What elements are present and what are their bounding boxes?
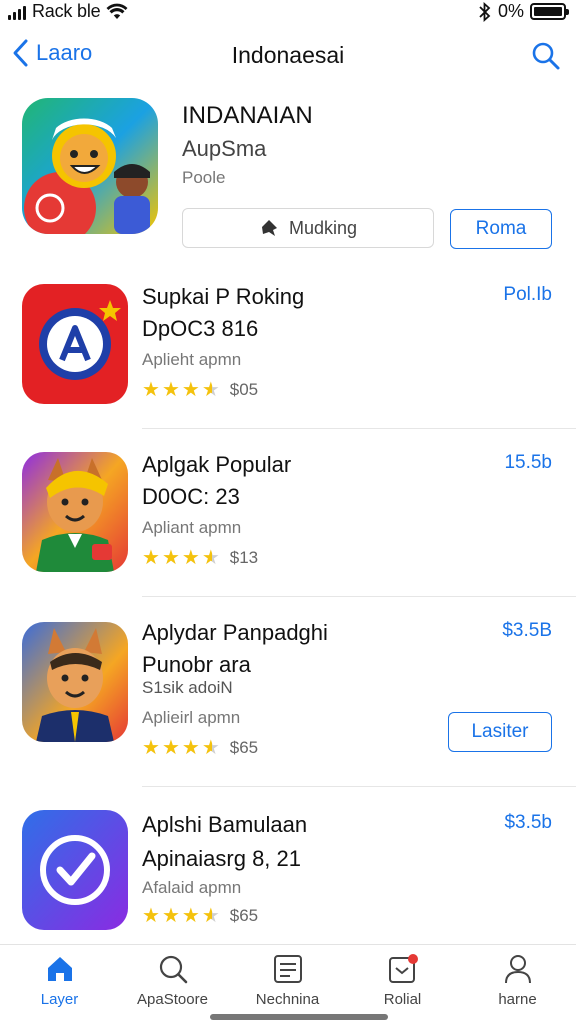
divider [142,428,576,429]
app-row[interactable]: Supkai P Roking DpOC3 816 Aplieht apmn ★… [0,282,576,432]
app-developer: Aplieirl apmn [142,708,241,727]
carrier-label: Rack ble [32,1,101,21]
battery-icon [530,3,569,20]
star-half-icon: ★ [201,379,220,401]
divider [142,596,576,597]
search-icon [159,955,187,984]
tab-label: Rolial [383,991,422,1008]
star-icon: ★ [142,547,160,569]
bluetooth-icon [479,1,491,22]
star-icon: ★ [181,737,200,759]
bell-icon [261,220,277,236]
tab-label: ApaStoore [137,991,208,1008]
tab-appstore[interactable]: ApaStoore [115,953,230,1017]
star-icon: ★ [181,547,200,569]
star-icon: ★ [142,379,160,401]
star-icon: ★ [142,905,160,927]
app-row[interactable]: Aplydar Panpadghi Punobr ara S1sik adoiN… [0,618,576,788]
featured-get-button[interactable]: Roma [450,209,552,249]
app-subtitle: DpOC3 816 [142,316,259,341]
star-half-icon: ★ [201,737,220,759]
divider [142,786,576,787]
home-indicator[interactable] [210,1014,388,1020]
app-row[interactable]: Aplgak Popular D0OC: 23 Apliant apmn ★ ★… [0,450,576,600]
rating-text: $65 [229,906,259,925]
app-tagline: S1sik adoiN [142,678,233,697]
search-icon[interactable] [530,40,562,72]
featured-app-subtitle: AupSma [182,136,267,161]
app-developer: Afalaid apmn [142,878,242,897]
home-icon [47,957,72,981]
star-icon: ★ [181,905,200,927]
star-rating: ★ ★ ★ ★ $65 [142,738,258,758]
star-rating: ★ ★ ★ ★ $65 [142,906,258,926]
star-rating: ★ ★ ★ ★ $13 [142,548,258,568]
wifi-icon [106,3,128,19]
tab-notifications[interactable]: Rolial [345,953,460,1017]
app-subtitle: Apinaiasrg 8, 21 [142,846,301,871]
star-half-icon: ★ [201,905,220,927]
featured-app[interactable]: INDANAIAN AupSma Poole Mudking Roma [0,96,576,266]
star-icon: ★ [161,737,180,759]
signal-icon [8,4,26,20]
notification-icon [388,954,418,983]
star-icon: ★ [161,905,180,927]
list-icon [273,955,302,983]
status-bar: Rack ble 0% [0,0,576,24]
app-price[interactable]: $3.5B [502,620,552,642]
featured-app-icon[interactable] [22,98,158,234]
app-developer: Aplieht apmn [142,350,242,369]
featured-app-name: INDANAIAN [182,102,313,129]
tab-bar: Layer ApaStoore Nechnina Rolial harne [0,944,576,1024]
rating-text: $05 [229,380,259,399]
app-price[interactable]: Pol.Ib [503,284,552,306]
status-right: 0% [478,1,569,22]
star-icon: ★ [161,379,180,401]
star-icon: ★ [161,547,180,569]
app-title: Aplshi Bamulaan [142,812,308,837]
app-title: Aplgak Popular [142,452,292,477]
rating-text: $65 [229,738,259,757]
app-icon[interactable] [22,452,128,572]
tab-lists[interactable]: Nechnina [230,953,345,1017]
app-row[interactable]: Aplshi Bamulaan Apinaiasrg 8, 21 Afalaid… [0,808,576,938]
app-icon[interactable] [22,622,128,742]
app-subtitle: D0OC: 23 [142,484,240,509]
star-half-icon: ★ [201,547,220,569]
rating-text: $13 [229,548,259,567]
tab-profile[interactable]: harne [460,953,575,1017]
app-title: Supkai P Roking [142,284,305,309]
app-title: Aplydar Panpadghi [142,620,328,645]
tab-label: Layer [40,991,79,1008]
person-icon [504,955,531,984]
tab-label: harne [498,991,537,1008]
app-price[interactable]: 15.5b [504,452,552,474]
app-action-button[interactable]: Lasiter [448,712,552,752]
app-developer: Apliant apmn [142,518,242,537]
star-rating: ★ ★ ★ ★ $05 [142,380,258,400]
featured-action-label: Mudking [288,217,358,238]
star-icon: ★ [181,379,200,401]
battery-percent: 0% [497,1,524,21]
app-subtitle: Punobr ara [142,652,251,677]
tab-label: Nechnina [255,991,320,1008]
featured-app-category: Poole [182,168,226,187]
app-price[interactable]: $3.5b [504,812,552,834]
app-icon[interactable] [22,284,128,404]
tab-home[interactable]: Layer [2,953,117,1017]
status-left: Rack ble [8,1,128,22]
page-title: Indonaesai [231,42,345,68]
featured-action-button[interactable]: Mudking [182,208,434,248]
star-icon: ★ [142,737,160,759]
app-icon[interactable] [22,810,128,930]
nav-bar: Laaro Indonaesai [0,32,576,80]
